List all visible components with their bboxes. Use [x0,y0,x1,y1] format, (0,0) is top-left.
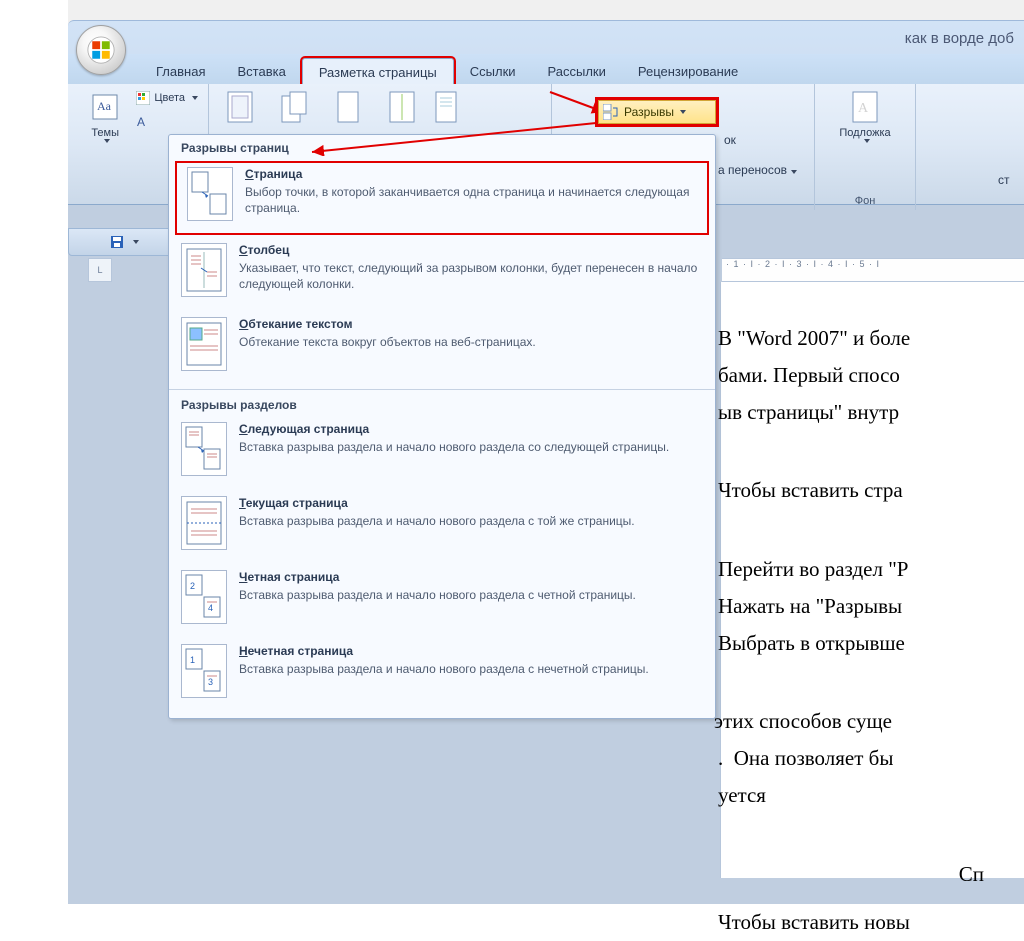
ribbon-tabs: Главная Вставка Разметка страницы Ссылки… [68,54,1024,85]
svg-text:1: 1 [190,655,195,665]
window-title: как в ворде доб [905,30,1014,47]
group-section-breaks: Разрывы разделов [169,389,715,416]
margins-button[interactable] [215,87,265,127]
menu-item-page-break[interactable]: Страница Выбор точки, в которой заканчив… [175,161,709,235]
menu-item-textwrap-break[interactable]: Обтекание текстом Обтекание текста вокру… [169,311,715,385]
svg-text:A: A [858,101,869,116]
tab-references[interactable]: Ссылки [454,58,532,84]
breaks-button[interactable]: Разрывы [598,100,716,124]
page-break-icon [187,167,233,221]
svg-text:Aa: Aa [97,99,112,113]
ruler-corner[interactable]: L [88,258,112,282]
watermark-button[interactable]: A Подложка [840,87,890,145]
margins-icon [226,89,254,125]
tab-home[interactable]: Главная [140,58,221,84]
textwrap-break-icon [181,317,227,371]
tab-mailings[interactable]: Рассылки [532,58,622,84]
office-button[interactable] [76,25,126,75]
fonts-icon: A [136,114,150,128]
title-bar: как в ворде доб [68,20,1024,55]
menu-item-column-break[interactable]: Столбец Указывает, что текст, следующий … [169,237,715,311]
theme-fonts-button[interactable]: A [132,110,202,132]
columns-button[interactable] [377,87,427,127]
tab-page-layout[interactable]: Разметка страницы [302,58,454,85]
document-text: В "Word 2007" и боле бами. Первый спосо … [718,320,1024,941]
office-logo-icon [87,36,115,64]
palette-icon [136,91,150,105]
save-icon[interactable] [110,235,124,249]
svg-text:3: 3 [208,677,213,687]
theme-colors-button[interactable]: Цвета [132,87,202,109]
svg-text:2: 2 [190,581,195,591]
breaks-dropdown-panel: Разрывы страниц Страница Выбор точки, в … [168,134,716,719]
watermark-icon: A [851,89,879,125]
pagesetup-gap [431,87,461,127]
themes-icon: Aa [91,89,119,125]
menu-item-even-page[interactable]: 24 Четная страница Вставка разрыва разде… [169,564,715,638]
menu-item-odd-page[interactable]: 13 Нечетная страница Вставка разрыва раз… [169,638,715,712]
size-icon [334,89,362,125]
odd-page-icon: 13 [181,644,227,698]
svg-text:A: A [137,115,145,128]
column-break-icon [181,243,227,297]
themes-button[interactable]: Aa Темы [82,87,128,145]
horizontal-ruler[interactable]: · 1 · І · 2 · І · 3 · І · 4 · І · 5 · І [722,258,1024,282]
svg-text:4: 4 [208,603,213,613]
menu-item-next-page[interactable]: Следующая страница Вставка разрыва разде… [169,416,715,490]
size-button[interactable] [323,87,373,127]
columns-icon [388,89,416,125]
breaks-icon [603,104,621,120]
quick-access-toolbar [68,228,180,256]
ribbon-fragment-st: ст [998,173,1010,187]
qat-dropdown[interactable] [133,240,139,244]
tab-insert[interactable]: Вставка [221,58,301,84]
orientation-icon [280,89,308,125]
menu-item-continuous[interactable]: Текущая страница Вставка разрыва раздела… [169,490,715,564]
ribbon-fragment-numbers: ок [724,133,736,147]
even-page-icon: 24 [181,570,227,624]
tab-review[interactable]: Рецензирование [622,58,754,84]
group-page-breaks: Разрывы страниц [169,135,715,159]
ribbon-fragment-hyphenation: а переносов [718,163,797,177]
orientation-button[interactable] [269,87,319,127]
continuous-icon [181,496,227,550]
next-page-icon [181,422,227,476]
